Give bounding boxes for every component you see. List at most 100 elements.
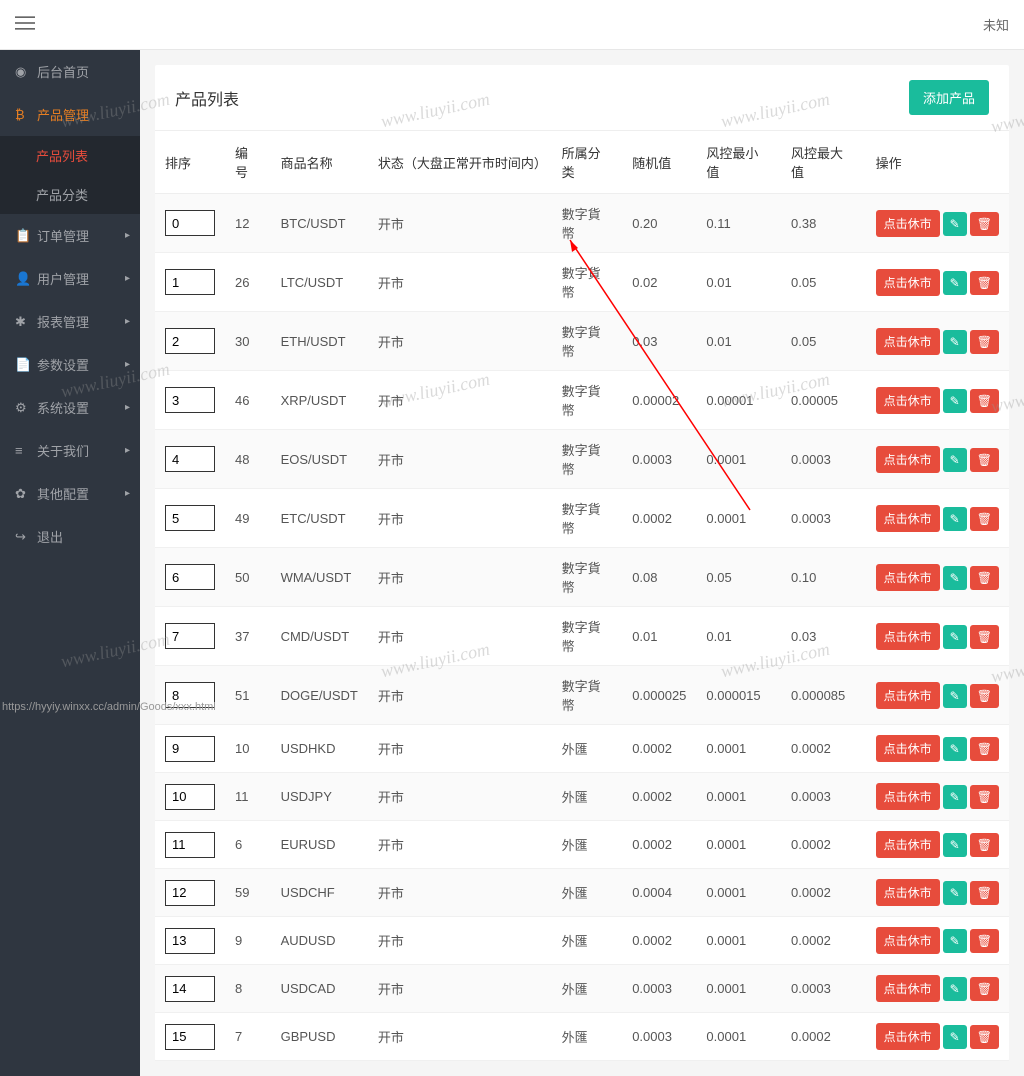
pause-button[interactable]: 点击休市: [876, 210, 940, 237]
sidebar-item-5[interactable]: 📄参数设置▸: [0, 343, 140, 386]
sidebar-item-2[interactable]: 📋订单管理▸: [0, 214, 140, 257]
sort-input[interactable]: [165, 784, 215, 810]
sort-input[interactable]: [165, 880, 215, 906]
cell-category: 數字貨幣: [552, 430, 623, 489]
pause-button[interactable]: 点击休市: [876, 387, 940, 414]
cell-name: USDCAD: [271, 965, 368, 1013]
pause-button[interactable]: 点击休市: [876, 446, 940, 473]
edit-button[interactable]: ✎: [943, 330, 967, 354]
cell-category: 外匯: [552, 773, 623, 821]
pause-button[interactable]: 点击休市: [876, 831, 940, 858]
sort-input[interactable]: [165, 736, 215, 762]
edit-button[interactable]: ✎: [943, 566, 967, 590]
cell-max: 0.03: [781, 607, 866, 666]
delete-button[interactable]: 🗑: [970, 929, 999, 953]
cell-name: WMA/USDT: [271, 548, 368, 607]
sidebar-item-1[interactable]: ₿产品管理: [0, 93, 140, 136]
sort-input[interactable]: [165, 928, 215, 954]
edit-button[interactable]: ✎: [943, 977, 967, 1001]
pause-button[interactable]: 点击休市: [876, 927, 940, 954]
delete-button[interactable]: 🗑: [970, 684, 999, 708]
pause-button[interactable]: 点击休市: [876, 682, 940, 709]
sidebar-item-4[interactable]: ✱报表管理▸: [0, 300, 140, 343]
delete-button[interactable]: 🗑: [970, 1025, 999, 1049]
sort-input[interactable]: [165, 976, 215, 1002]
cell-category: 數字貨幣: [552, 371, 623, 430]
edit-button[interactable]: ✎: [943, 737, 967, 761]
delete-button[interactable]: 🗑: [970, 507, 999, 531]
cell-id: 9: [225, 917, 271, 965]
sidebar-subitem[interactable]: 产品列表: [0, 136, 140, 175]
delete-button[interactable]: 🗑: [970, 737, 999, 761]
cell-max: 0.0002: [781, 1013, 866, 1061]
cell-min: 0.01: [696, 312, 781, 371]
pause-button[interactable]: 点击休市: [876, 1023, 940, 1050]
cell-category: 數字貨幣: [552, 666, 623, 725]
file-icon: 📄: [15, 357, 29, 373]
cell-rand: 0.03: [622, 312, 696, 371]
delete-button[interactable]: 🗑: [970, 271, 999, 295]
edit-button[interactable]: ✎: [943, 785, 967, 809]
bitcoin-icon: ₿: [15, 107, 29, 122]
clipboard-icon: 📋: [15, 228, 29, 244]
sort-input[interactable]: [165, 564, 215, 590]
cell-name: AUDUSD: [271, 917, 368, 965]
edit-button[interactable]: ✎: [943, 448, 967, 472]
pause-button[interactable]: 点击休市: [876, 269, 940, 296]
sort-input[interactable]: [165, 446, 215, 472]
edit-button[interactable]: ✎: [943, 833, 967, 857]
delete-button[interactable]: 🗑: [970, 881, 999, 905]
pause-button[interactable]: 点击休市: [876, 623, 940, 650]
sort-input[interactable]: [165, 832, 215, 858]
cell-category: 數字貨幣: [552, 194, 623, 253]
content: 产品列表 添加产品 排序编号商品名称状态（大盘正常开市时间内）所属分类随机值风控…: [140, 50, 1024, 1076]
sort-input[interactable]: [165, 387, 215, 413]
pause-button[interactable]: 点击休市: [876, 975, 940, 1002]
sort-input[interactable]: [165, 505, 215, 531]
edit-button[interactable]: ✎: [943, 271, 967, 295]
add-product-button[interactable]: 添加产品: [909, 80, 989, 115]
sidebar: ◉后台首页₿产品管理产品列表产品分类📋订单管理▸👤用户管理▸✱报表管理▸📄参数设…: [0, 50, 140, 1076]
sort-input[interactable]: [165, 623, 215, 649]
pause-button[interactable]: 点击休市: [876, 328, 940, 355]
pause-button[interactable]: 点击休市: [876, 505, 940, 532]
table-row: 11 USDJPY 开市 外匯 0.0002 0.0001 0.0003 点击休…: [155, 773, 1009, 821]
sidebar-item-0[interactable]: ◉后台首页: [0, 50, 140, 93]
sort-input[interactable]: [165, 269, 215, 295]
sidebar-item-8[interactable]: ✿其他配置▸: [0, 472, 140, 515]
sidebar-item-7[interactable]: ≡关于我们▸: [0, 429, 140, 472]
edit-button[interactable]: ✎: [943, 684, 967, 708]
delete-button[interactable]: 🗑: [970, 977, 999, 1001]
sidebar-item-3[interactable]: 👤用户管理▸: [0, 257, 140, 300]
delete-button[interactable]: 🗑: [970, 625, 999, 649]
delete-button[interactable]: 🗑: [970, 212, 999, 236]
table-row: 59 USDCHF 开市 外匯 0.0004 0.0001 0.0002 点击休…: [155, 869, 1009, 917]
sort-input[interactable]: [165, 328, 215, 354]
edit-button[interactable]: ✎: [943, 389, 967, 413]
edit-button[interactable]: ✎: [943, 212, 967, 236]
sidebar-subitem[interactable]: 产品分类: [0, 175, 140, 214]
page-title: 产品列表: [175, 86, 239, 110]
edit-button[interactable]: ✎: [943, 507, 967, 531]
edit-button[interactable]: ✎: [943, 625, 967, 649]
sort-input[interactable]: [165, 1024, 215, 1050]
sort-input[interactable]: [165, 210, 215, 236]
sidebar-label: 报表管理: [37, 312, 89, 331]
chevron-right-icon: ▸: [125, 230, 130, 241]
menu-toggle-icon[interactable]: [15, 13, 35, 36]
sidebar-item-9[interactable]: ↪退出: [0, 515, 140, 558]
edit-button[interactable]: ✎: [943, 1025, 967, 1049]
pause-button[interactable]: 点击休市: [876, 564, 940, 591]
edit-button[interactable]: ✎: [943, 929, 967, 953]
pause-button[interactable]: 点击休市: [876, 735, 940, 762]
delete-button[interactable]: 🗑: [970, 389, 999, 413]
sidebar-item-6[interactable]: ⚙系统设置▸: [0, 386, 140, 429]
delete-button[interactable]: 🗑: [970, 448, 999, 472]
pause-button[interactable]: 点击休市: [876, 783, 940, 810]
pause-button[interactable]: 点击休市: [876, 879, 940, 906]
delete-button[interactable]: 🗑: [970, 785, 999, 809]
delete-button[interactable]: 🗑: [970, 833, 999, 857]
delete-button[interactable]: 🗑: [970, 566, 999, 590]
edit-button[interactable]: ✎: [943, 881, 967, 905]
delete-button[interactable]: 🗑: [970, 330, 999, 354]
